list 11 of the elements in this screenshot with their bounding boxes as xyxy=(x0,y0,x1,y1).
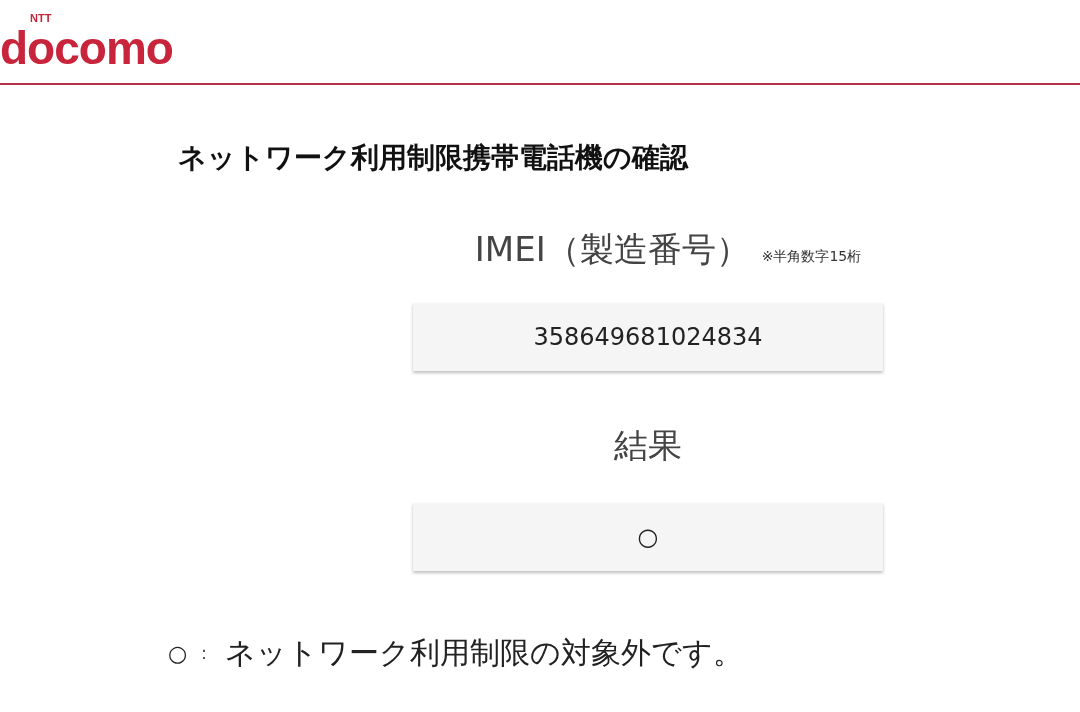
ntt-logo-text: NTT xyxy=(30,11,52,24)
legend-text: ネットワーク利用制限の対象外です。 xyxy=(225,633,744,672)
digits-note: ※半角数字15桁 xyxy=(761,247,862,266)
legend-symbol: ○ xyxy=(168,640,188,666)
legend-separator: ： xyxy=(195,641,214,666)
result-field: ○ xyxy=(413,502,883,571)
docomo-logo: docomo xyxy=(0,25,173,71)
imei-label: IMEI（製造番号） xyxy=(474,227,750,271)
imei-field[interactable]: 358649681024834 xyxy=(413,302,883,371)
result-label: 結果 xyxy=(614,423,682,467)
page-title: ネットワーク利用制限携帯電話機の確認 xyxy=(178,141,690,175)
